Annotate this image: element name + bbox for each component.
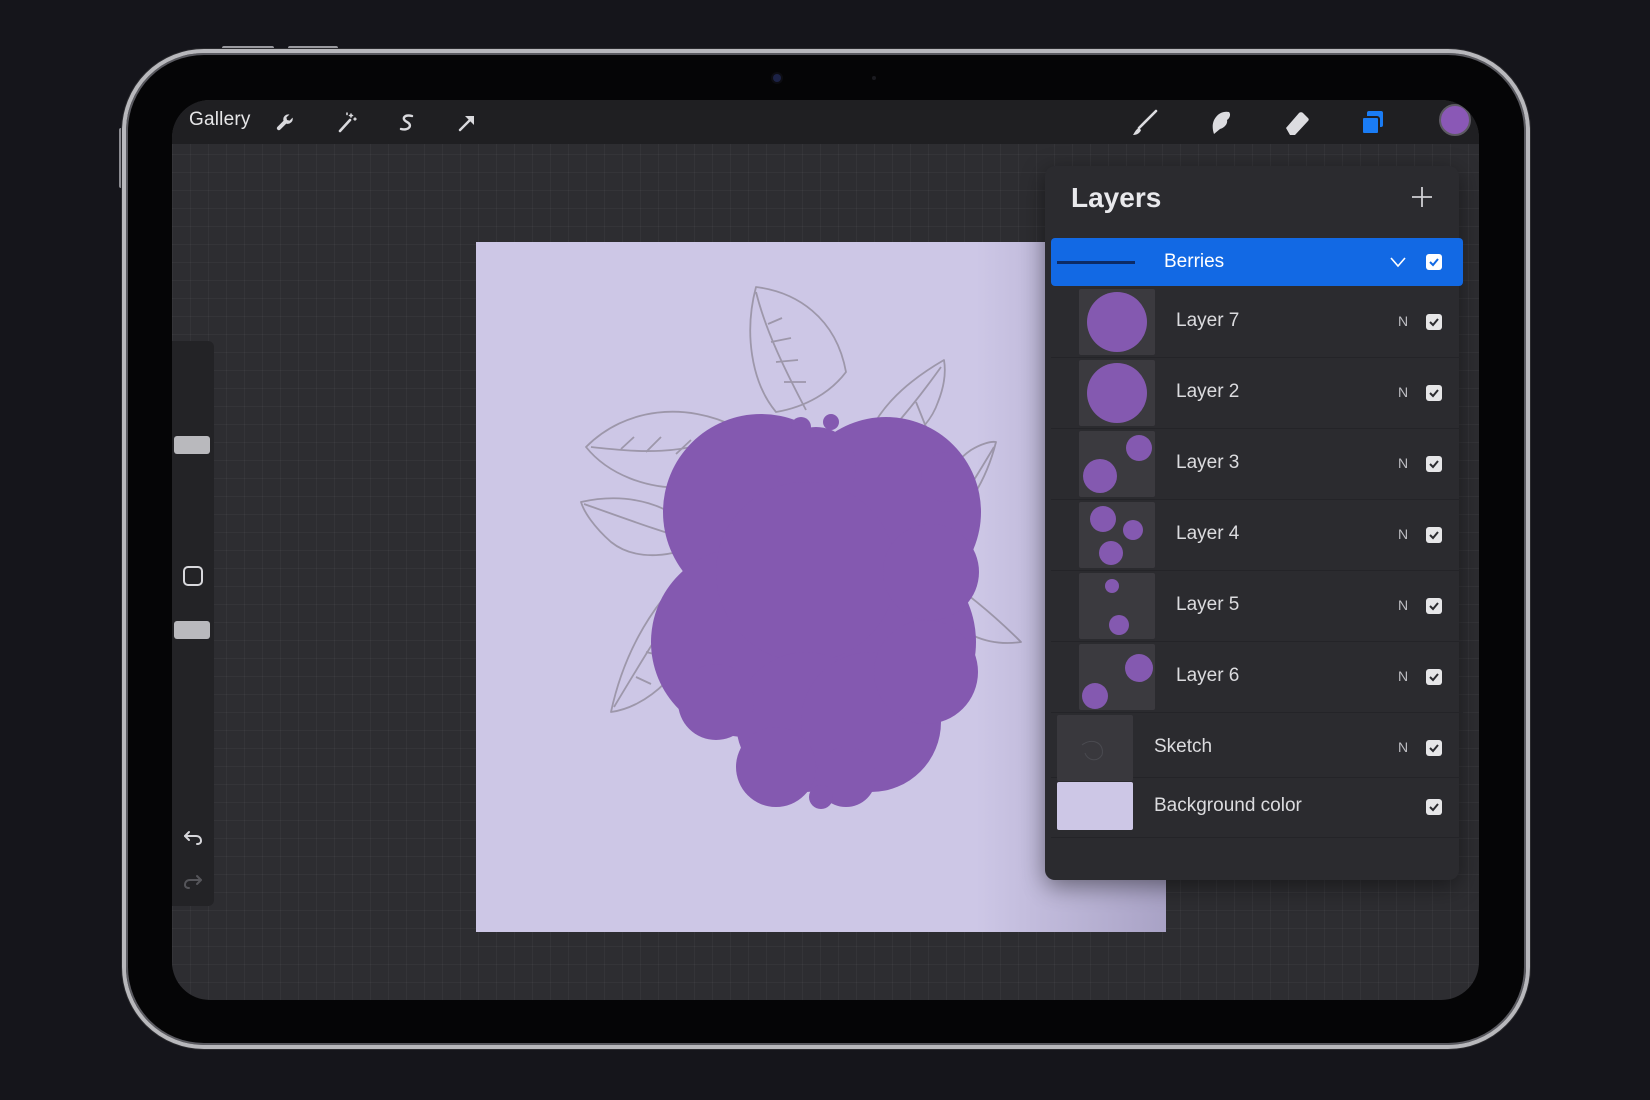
layers-panel: Layers Berries Layer 7 N Layer 2 N Layer 3NL… [1045,166,1463,880]
layer-row[interactable]: Layer 6 N [1051,641,1463,713]
layer-visibility-checkbox[interactable] [1426,527,1442,543]
blend-mode-label[interactable]: N [1398,384,1408,400]
layer-row[interactable]: Layer 3 N [1051,428,1463,500]
layer-thumbnail [1079,573,1155,639]
layer-visibility-checkbox[interactable] [1426,740,1442,756]
layer-name: Sketch [1154,736,1213,757]
layer-thumbnail [1079,289,1155,355]
brush-size-slider[interactable] [174,436,210,454]
blend-mode-label[interactable]: N [1398,455,1408,471]
group-name: Berries [1164,251,1225,272]
layer-thumbnail [1079,502,1155,568]
layer-row[interactable]: Layer 7 N [1051,286,1463,358]
layer-thumbnail [1057,715,1133,781]
camera [773,74,781,82]
layer-row[interactable]: Sketch N [1051,712,1463,781]
layer-visibility-checkbox[interactable] [1426,598,1442,614]
layer-row[interactable]: Layer 4 N [1051,499,1463,571]
layer-thumbnail [1057,782,1133,830]
selection-icon[interactable] [392,108,422,138]
layer-row[interactable]: Layer 5 N [1051,570,1463,642]
wrench-icon[interactable] [271,108,301,138]
layer-thumbnail [1079,431,1155,497]
plus-icon[interactable] [1407,182,1437,212]
camera-sensor [872,76,876,80]
layer-visibility-checkbox[interactable] [1426,799,1442,815]
layer-row[interactable]: Layer 2 N [1051,357,1463,429]
gallery-button[interactable]: Gallery [189,109,251,131]
opacity-slider[interactable] [174,621,210,639]
layer-name: Layer 6 [1176,665,1240,686]
modify-button[interactable] [183,566,203,586]
top-toolbar: Gallery [172,100,1479,144]
transform-arrow-icon[interactable] [452,108,482,138]
blend-mode-label[interactable]: N [1398,526,1408,542]
undo-icon[interactable] [180,824,206,850]
brush-icon[interactable] [1130,108,1160,138]
magic-wand-icon[interactable] [332,108,362,138]
procreate-screen: Gallery Layers Berries Layer 7 N Layer 2… [172,100,1479,1000]
left-sidebar [172,341,214,906]
smudge-icon[interactable] [1206,108,1236,138]
layer-visibility-checkbox[interactable] [1426,669,1442,685]
eraser-icon[interactable] [1282,108,1312,138]
layer-group-berries[interactable]: Berries [1051,238,1463,286]
layer-visibility-checkbox[interactable] [1426,314,1442,330]
layer-visibility-checkbox[interactable] [1426,385,1442,401]
blend-mode-label[interactable]: N [1398,313,1408,329]
layer-visibility-checkbox[interactable] [1426,456,1442,472]
current-color-swatch[interactable] [1439,104,1471,136]
blend-mode-label[interactable]: N [1398,597,1408,613]
layer-name: Layer 3 [1176,452,1240,473]
redo-icon[interactable] [180,868,206,894]
layer-name: Layer 2 [1176,381,1240,402]
chevron-down-icon[interactable] [1388,252,1408,272]
layer-thumbnail [1079,644,1155,710]
layer-row[interactable]: Background color [1051,777,1463,838]
group-line [1057,261,1135,264]
layers-title: Layers [1071,182,1162,213]
group-visibility-checkbox[interactable] [1426,254,1442,270]
layer-name: Layer 4 [1176,523,1240,544]
layer-name: Background color [1154,795,1302,816]
blend-mode-label[interactable]: N [1398,668,1408,684]
layers-icon[interactable] [1358,108,1388,138]
layer-name: Layer 7 [1176,310,1240,331]
layer-name: Layer 5 [1176,594,1240,615]
layer-thumbnail [1079,360,1155,426]
blend-mode-label[interactable]: N [1398,739,1408,755]
